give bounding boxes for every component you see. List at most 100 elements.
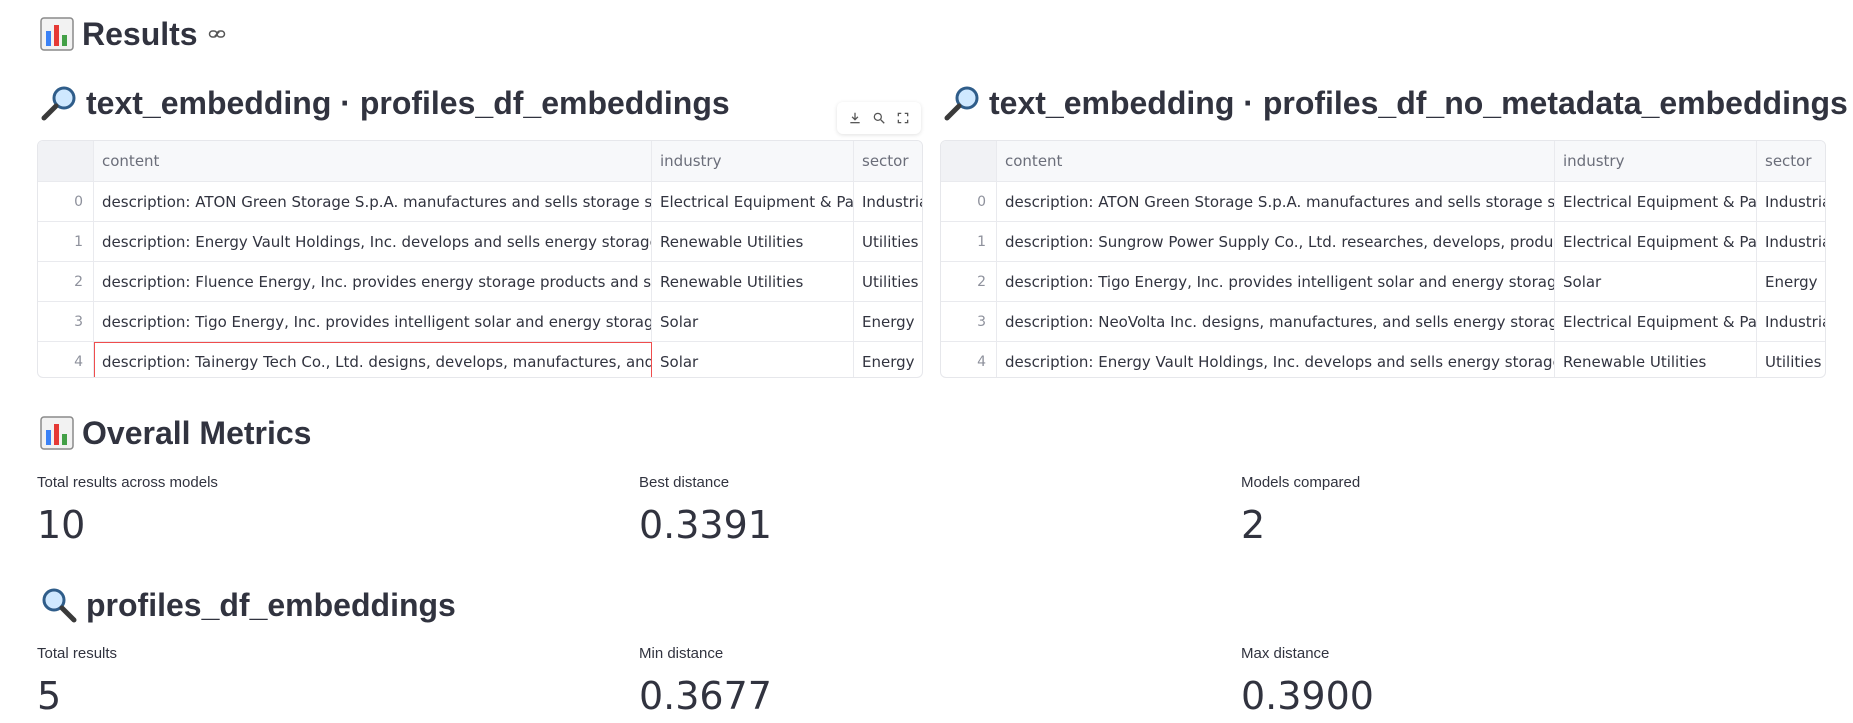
results-heading: Results	[40, 14, 226, 54]
metric-value: 0.3677	[639, 674, 772, 718]
metric-label: Total results	[37, 645, 118, 662]
table-row[interactable]: 4 description: Tainergy Tech Co., Ltd. d…	[38, 342, 922, 377]
search-icon[interactable]	[869, 108, 889, 128]
column-header-content[interactable]: content	[997, 141, 1555, 181]
table-row[interactable]: 1 description: Energy Vault Holdings, In…	[38, 222, 922, 262]
metric-best-distance: Best distance 0.3391	[639, 474, 772, 547]
metric-value: 5	[37, 674, 62, 718]
metric-total-results-across-models: Total results across models 10	[37, 474, 218, 547]
bar-chart-icon	[40, 416, 74, 450]
content-cell[interactable]: description: Energy Vault Holdings, Inc.…	[94, 222, 652, 261]
industry-cell[interactable]: Electrical Equipment & Parts	[1555, 222, 1757, 261]
index-header	[38, 141, 94, 181]
metric-min-distance: Min distance 0.3677	[639, 645, 772, 718]
metric-models-compared: Models compared 2	[1241, 474, 1360, 547]
column-header-content[interactable]: content	[94, 141, 652, 181]
sector-cell[interactable]: Utilities	[854, 222, 922, 261]
right-panel-title: text_embedding · profiles_df_no_metadata…	[989, 84, 1848, 121]
left-panel-heading: text_embedding · profiles_df_embeddings	[40, 81, 730, 125]
sector-cell[interactable]: Energy	[854, 342, 922, 377]
right-results-table[interactable]: content industry sector 0 description: A…	[940, 140, 1826, 378]
fullscreen-icon[interactable]	[893, 108, 913, 128]
magnifier-icon	[41, 86, 76, 121]
sector-cell[interactable]: Industria	[1757, 302, 1825, 341]
content-cell-selected[interactable]: description: Tainergy Tech Co., Ltd. des…	[94, 342, 652, 377]
content-cell[interactable]: description: Tigo Energy, Inc. provides …	[94, 302, 652, 341]
bar-chart-icon	[40, 17, 74, 51]
metric-value: 10	[37, 503, 86, 547]
left-results-table[interactable]: content industry sector 0 description: A…	[37, 140, 923, 378]
table-row[interactable]: 0 description: ATON Green Storage S.p.A.…	[38, 182, 922, 222]
content-cell[interactable]: description: NeoVolta Inc. designs, manu…	[997, 302, 1555, 341]
table-row[interactable]: 3 description: Tigo Energy, Inc. provide…	[38, 302, 922, 342]
sector-cell[interactable]: Utilities	[1757, 342, 1825, 377]
index-header	[941, 141, 997, 181]
industry-cell[interactable]: Solar	[652, 302, 854, 341]
table-row[interactable]: 1 description: Sungrow Power Supply Co.,…	[941, 222, 1825, 262]
table-row[interactable]: 2 description: Fluence Energy, Inc. prov…	[38, 262, 922, 302]
column-header-industry[interactable]: industry	[652, 141, 854, 181]
content-cell[interactable]: description: Tigo Energy, Inc. provides …	[997, 262, 1555, 301]
row-index: 2	[38, 262, 94, 301]
row-index: 2	[941, 262, 997, 301]
industry-cell[interactable]: Electrical Equipment & Parts	[652, 182, 854, 221]
row-index: 3	[38, 302, 94, 341]
row-index: 0	[941, 182, 997, 221]
industry-cell[interactable]: Electrical Equipment & Parts	[1555, 302, 1757, 341]
metric-label: Best distance	[639, 474, 730, 491]
row-index: 1	[941, 222, 997, 261]
metric-value: 0.3391	[639, 503, 772, 547]
metric-total-results: Total results 5	[37, 645, 117, 718]
content-cell[interactable]: description: Sungrow Power Supply Co., L…	[997, 222, 1555, 261]
row-index: 4	[941, 342, 997, 377]
left-panel-title: text_embedding · profiles_df_embeddings	[86, 84, 730, 121]
table-header-row: content industry sector	[38, 141, 922, 182]
profiles-section-title: profiles_df_embeddings	[86, 586, 456, 623]
sector-cell[interactable]: Utilities	[854, 262, 922, 301]
table-row[interactable]: 3 description: NeoVolta Inc. designs, ma…	[941, 302, 1825, 342]
metric-max-distance: Max distance 0.3900	[1241, 645, 1374, 718]
industry-cell[interactable]: Solar	[1555, 262, 1757, 301]
sector-cell[interactable]: Industria	[854, 182, 922, 221]
sector-cell[interactable]: Energy	[1757, 262, 1825, 301]
sector-cell[interactable]: Industria	[1757, 182, 1825, 221]
sector-cell[interactable]: Energy	[854, 302, 922, 341]
sector-cell[interactable]: Industria	[1757, 222, 1825, 261]
download-icon[interactable]	[845, 108, 865, 128]
industry-cell[interactable]: Renewable Utilities	[652, 222, 854, 261]
content-cell[interactable]: description: ATON Green Storage S.p.A. m…	[94, 182, 652, 221]
column-header-sector[interactable]: sector	[854, 141, 922, 181]
table-row[interactable]: 4 description: Energy Vault Holdings, In…	[941, 342, 1825, 377]
metric-label: Min distance	[639, 645, 724, 662]
right-panel-heading: text_embedding · profiles_df_no_metadata…	[943, 81, 1848, 125]
content-cell[interactable]: description: ATON Green Storage S.p.A. m…	[997, 182, 1555, 221]
results-title: Results	[82, 15, 198, 52]
column-header-industry[interactable]: industry	[1555, 141, 1757, 181]
table-header-row: content industry sector	[941, 141, 1825, 182]
metric-value: 0.3900	[1241, 674, 1374, 718]
industry-cell[interactable]: Solar	[652, 342, 854, 377]
metric-value: 2	[1241, 503, 1266, 547]
overall-metrics-title: Overall Metrics	[82, 414, 312, 451]
metric-label: Models compared	[1241, 474, 1361, 491]
row-index: 1	[38, 222, 94, 261]
table-toolbar	[837, 102, 921, 134]
metric-label: Max distance	[1241, 645, 1330, 662]
row-index: 3	[941, 302, 997, 341]
content-cell[interactable]: description: Energy Vault Holdings, Inc.…	[997, 342, 1555, 377]
content-cell[interactable]: description: Fluence Energy, Inc. provid…	[94, 262, 652, 301]
magnifier-icon	[944, 86, 979, 121]
row-index: 0	[38, 182, 94, 221]
row-index: 4	[38, 342, 94, 377]
magnifier-icon	[42, 588, 77, 623]
profiles-section-heading: profiles_df_embeddings	[40, 583, 456, 627]
industry-cell[interactable]: Renewable Utilities	[1555, 342, 1757, 377]
industry-cell[interactable]: Electrical Equipment & Parts	[1555, 182, 1757, 221]
column-header-sector[interactable]: sector	[1757, 141, 1825, 181]
industry-cell[interactable]: Renewable Utilities	[652, 262, 854, 301]
link-icon[interactable]	[208, 25, 226, 43]
table-row[interactable]: 0 description: ATON Green Storage S.p.A.…	[941, 182, 1825, 222]
metric-label: Total results across models	[37, 474, 218, 491]
table-row[interactable]: 2 description: Tigo Energy, Inc. provide…	[941, 262, 1825, 302]
overall-metrics-heading: Overall Metrics	[40, 413, 311, 453]
